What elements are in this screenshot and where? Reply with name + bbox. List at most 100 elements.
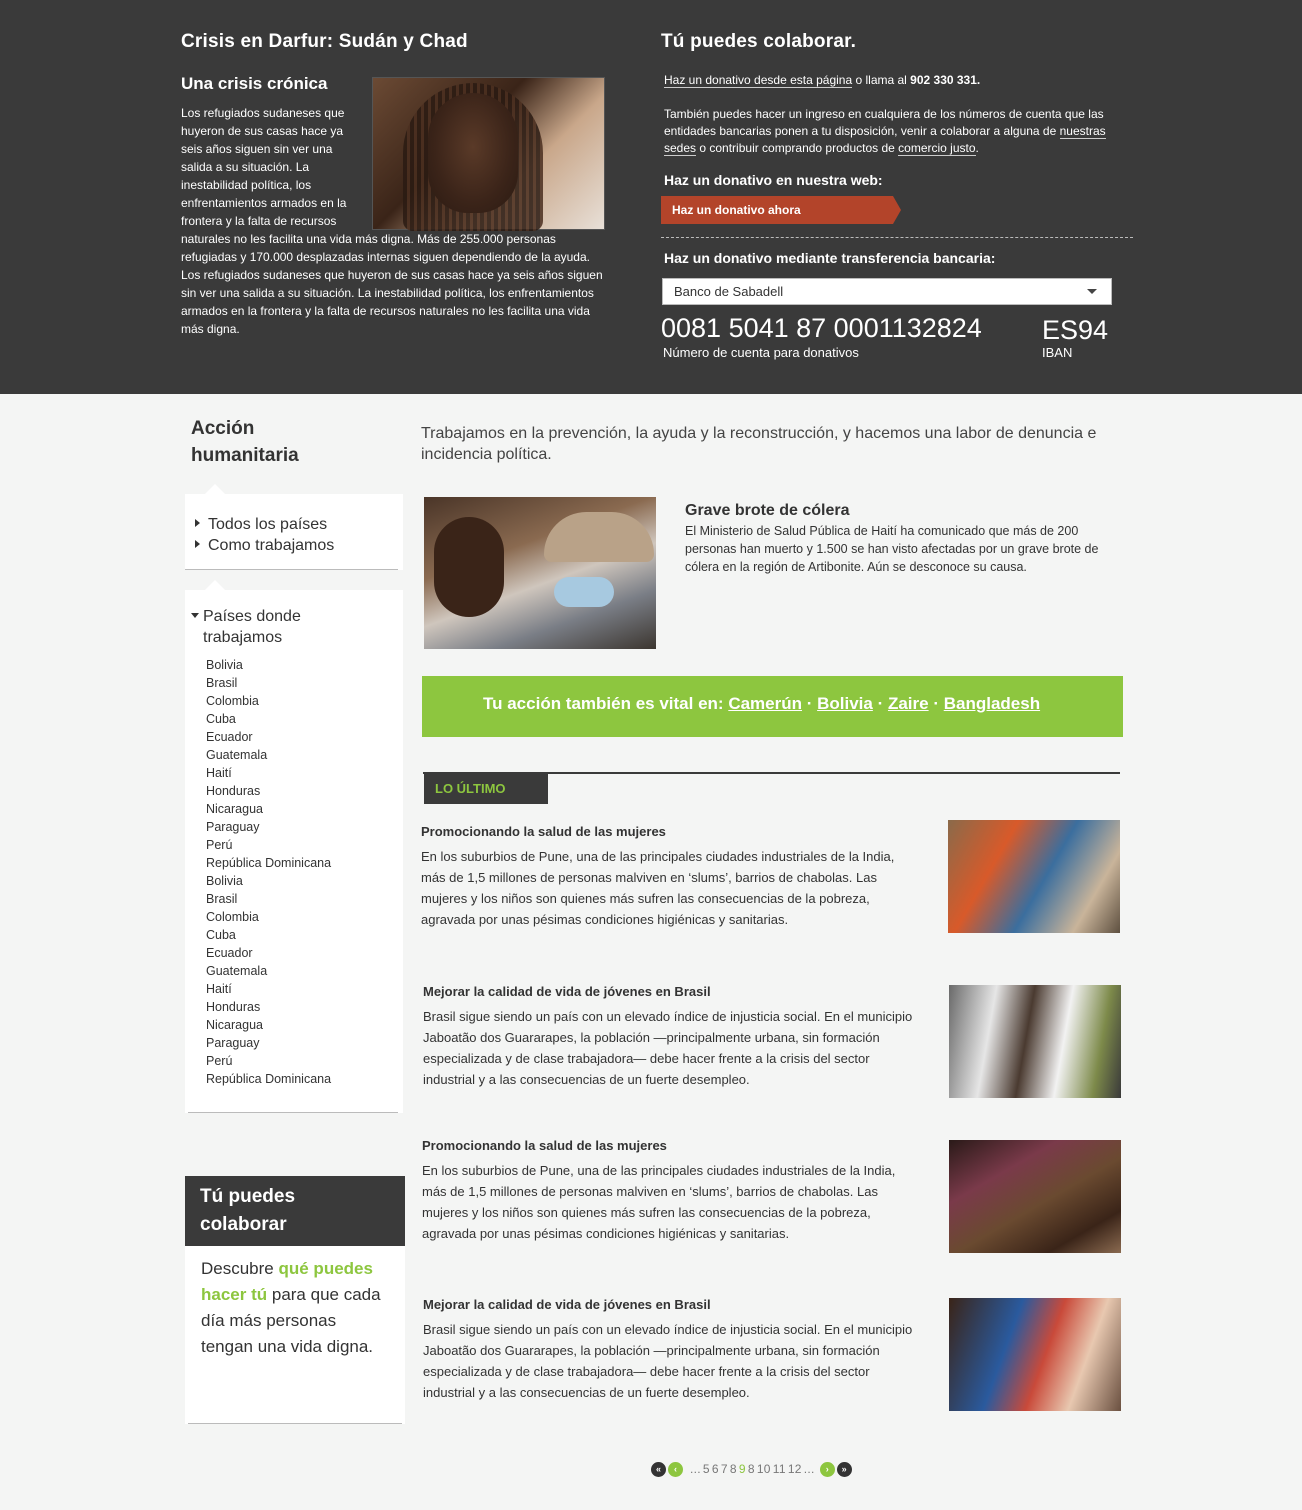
feature-text: El Ministerio de Salud Pública de Haití … (685, 524, 1099, 574)
page-number[interactable]: 12 (788, 1462, 802, 1476)
country-item[interactable]: Cuba (206, 926, 403, 944)
pagination-ellipsis: ... (803, 1462, 815, 1476)
country-item[interactable]: Bolivia (206, 656, 403, 674)
country-item[interactable]: Paraguay (206, 818, 403, 836)
page-number[interactable]: 7 (721, 1462, 728, 1476)
country-item[interactable]: Haití (206, 980, 403, 998)
first-page-icon[interactable]: « (651, 1461, 666, 1477)
country-item[interactable]: Colombia (206, 692, 403, 710)
divider (661, 237, 1133, 238)
section-title: Acción humanitaria (191, 418, 299, 466)
chevron-down-icon (1087, 289, 1097, 294)
country-item[interactable]: Haití (206, 764, 403, 782)
country-item[interactable]: Cuba (206, 710, 403, 728)
country-item[interactable]: Brasil (206, 890, 403, 908)
latest-label: LO ÚLTIMO (424, 774, 548, 804)
country-item[interactable]: Brasil (206, 674, 403, 692)
feature-title[interactable]: Grave brote de cólera (685, 502, 850, 520)
donate-page-link[interactable]: Haz un donativo desde esta página (664, 73, 853, 88)
country-item[interactable]: Honduras (206, 782, 403, 800)
intro-text: Trabajamos en la prevención, la ayuda y … (421, 425, 1097, 463)
country-item[interactable]: Guatemala (206, 746, 403, 764)
country-item[interactable]: República Dominicana (206, 854, 403, 872)
country-item[interactable]: Nicaragua (206, 800, 403, 818)
caret-right-icon (195, 540, 200, 548)
darfur-article: Crisis en Darfur: Sudán y Chad Una crisi… (181, 30, 611, 338)
collaborate-promo: Tú puedes colaborar Descubre qué puedes h… (185, 1176, 405, 1424)
nav-how-we-work[interactable]: Como trabajamos (195, 535, 398, 556)
page-number[interactable]: 9 (739, 1462, 746, 1476)
iban-code: ES94 (1042, 315, 1109, 345)
bank-select[interactable]: Banco de Sabadell (662, 278, 1112, 305)
country-item[interactable]: Perú (206, 1052, 403, 1070)
country-item[interactable]: Bolivia (206, 872, 403, 890)
darfur-text-para2: Los refugiados sudaneses que huyeron de … (181, 268, 603, 336)
link-cameroon[interactable]: Camerún (728, 694, 802, 713)
news-thumbnail[interactable] (948, 820, 1120, 933)
news-thumbnail[interactable] (949, 1140, 1121, 1253)
iban-label: IBAN (1042, 345, 1073, 360)
link-bangladesh[interactable]: Bangladesh (944, 694, 1040, 713)
news-item: Mejorar la calidad de vida de jóvenes en… (423, 984, 1123, 1098)
donate-now-button[interactable]: Haz un donativo ahora (661, 196, 901, 224)
phone-number: 902 330 331. (910, 73, 981, 87)
page-number[interactable]: 5 (703, 1462, 710, 1476)
transfer-heading: Haz un donativo mediante transferencia b… (664, 250, 996, 266)
pagination-ellipsis: ... (690, 1462, 701, 1476)
country-item[interactable]: Honduras (206, 998, 403, 1016)
section-nav: Todos los países Como trabajamos (185, 484, 403, 570)
caret-right-icon (195, 519, 200, 527)
bank-info-text: También puedes hacer un ingreso en cualq… (664, 107, 1106, 156)
hero-section: Crisis en Darfur: Sudán y Chad Una crisi… (0, 0, 1302, 394)
collaborate-promo-text: Descubre qué puedes hacer tú para que ca… (201, 1259, 381, 1356)
darfur-text-cont: naturales no les facilita una vida más d… (181, 232, 590, 264)
last-page-icon[interactable]: » (836, 1461, 852, 1477)
country-item[interactable]: Perú (206, 836, 403, 854)
countries-list-box: Países donde trabajamos Bolivia Brasil Colo… (185, 590, 403, 1113)
countries-toggle[interactable]: Países donde trabajamos (185, 590, 403, 648)
woman-portrait-image (372, 77, 605, 231)
news-item: Mejorar la calidad de vida de jóvenes en… (423, 1297, 1123, 1411)
donate-call-text: Haz un donativo desde esta página o llam… (664, 73, 981, 88)
news-text: Brasil sigue siendo un país con un eleva… (423, 1322, 913, 1400)
pagination: « ‹ ... 5 6 7 8 9 8 10 11 12... › » (651, 1461, 854, 1477)
comercio-justo-link[interactable]: comercio justo (898, 141, 976, 156)
account-info: 0081 5041 87 0001132824 Número de cuenta… (661, 313, 1131, 363)
collaborate-title: Tú puedes colaborar. (661, 31, 857, 52)
country-item[interactable]: Paraguay (206, 1034, 403, 1052)
country-item[interactable]: Ecuador (206, 944, 403, 962)
page-number[interactable]: 8 (730, 1462, 737, 1476)
news-thumbnail[interactable] (949, 1298, 1121, 1411)
news-text: Brasil sigue siendo un país con un eleva… (423, 1009, 913, 1087)
page-numbers: ... 5 6 7 8 9 8 10 11 12... (689, 1462, 816, 1476)
news-item: Promocionando la salud de las mujeres En… (422, 1138, 1122, 1253)
country-item[interactable]: Colombia (206, 908, 403, 926)
collaborate-panel: Tú puedes colaborar. Haz un donativo des… (661, 30, 1133, 363)
vital-countries-banner: Tu acción también es vital en: Camerún ·… (422, 676, 1123, 737)
news-thumbnail[interactable] (949, 985, 1121, 1098)
darfur-title: Crisis en Darfur: Sudán y Chad (181, 31, 468, 52)
page-number[interactable]: 11 (773, 1462, 786, 1476)
news-item: Promocionando la salud de las mujeres En… (421, 820, 1121, 933)
country-item[interactable]: Nicaragua (206, 1016, 403, 1034)
account-number: 0081 5041 87 0001132824 (661, 313, 982, 343)
page-number[interactable]: 6 (712, 1462, 719, 1476)
country-item[interactable]: República Dominicana (206, 1070, 403, 1088)
page-number[interactable]: 10 (757, 1462, 771, 1476)
page-number[interactable]: 8 (748, 1462, 755, 1476)
account-label: Número de cuenta para donativos (663, 345, 859, 360)
darfur-text-intro: Los refugiados sudaneses que huyeron de … (181, 106, 347, 228)
country-list: Bolivia Brasil Colombia Cuba Ecuador Guatemal… (206, 656, 403, 1088)
news-text: En los suburbios de Pune, una de las pri… (421, 849, 895, 927)
link-bolivia[interactable]: Bolivia (817, 694, 873, 713)
web-donation-heading: Haz un donativo en nuestra web: (664, 172, 883, 188)
link-zaire[interactable]: Zaire (888, 694, 929, 713)
country-item[interactable]: Ecuador (206, 728, 403, 746)
country-item[interactable]: Guatemala (206, 962, 403, 980)
nav-all-countries[interactable]: Todos los países (195, 514, 398, 535)
cholera-photo[interactable] (424, 497, 656, 649)
next-page-icon[interactable]: › (819, 1461, 835, 1477)
prev-page-icon[interactable]: ‹ (668, 1461, 683, 1477)
news-text: En los suburbios de Pune, una de las pri… (422, 1163, 896, 1241)
collaborate-promo-title: Tú puedes colaborar (185, 1176, 405, 1246)
